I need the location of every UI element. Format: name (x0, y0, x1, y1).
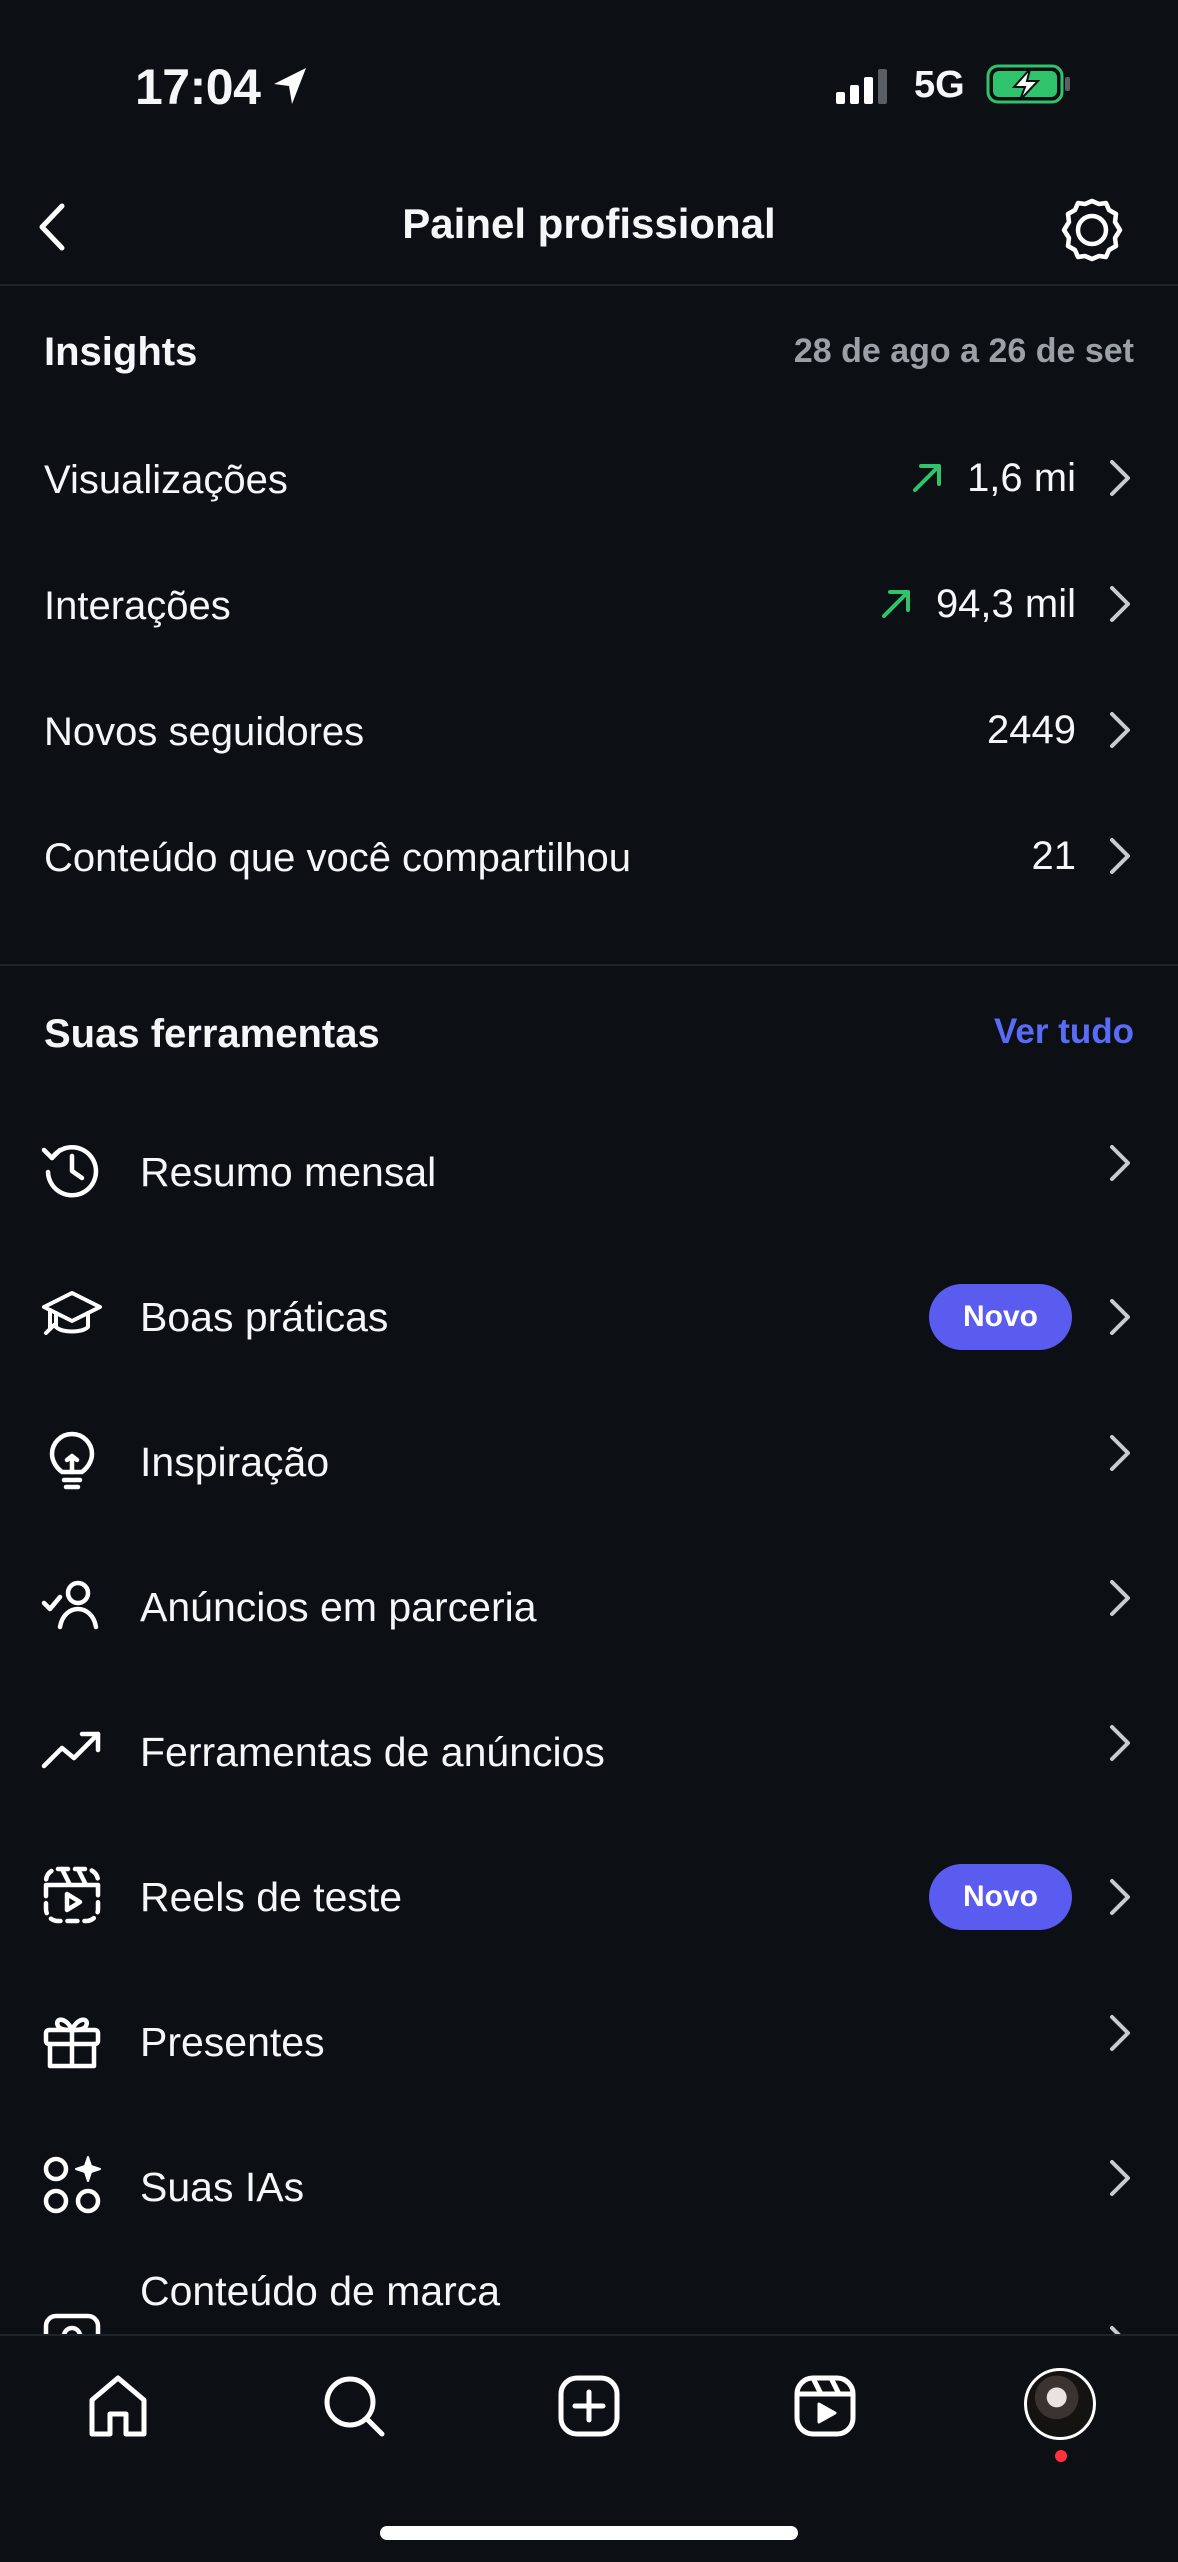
bottom-navigation (0, 2334, 1178, 2562)
chevron-right-icon (1110, 1879, 1130, 1915)
chevron-right-icon (1110, 586, 1130, 622)
tool-row-trial-reels[interactable]: Reels de teste Novo (0, 1830, 1178, 1960)
trend-up-arrow-icon (909, 460, 945, 496)
see-all-link[interactable]: Ver tudo (994, 1012, 1134, 1052)
tool-label: Conteúdo de marca (140, 2268, 501, 2314)
insight-value: 1,6 mi (967, 455, 1076, 500)
cellular-signal-icon (836, 68, 894, 104)
person-check-icon (40, 1573, 104, 1637)
status-time: 17:04 (135, 59, 261, 115)
network-type: 5G (914, 64, 965, 106)
insight-row-new-followers[interactable]: Novos seguidores 2449 (0, 676, 1178, 786)
search-icon[interactable] (318, 2370, 390, 2442)
page-title: Painel profissional (402, 200, 776, 247)
tool-label: Suas IAs (140, 2164, 305, 2210)
chevron-right-icon (1110, 1435, 1130, 1471)
insight-row-shared-content[interactable]: Conteúdo que você compartilhou 21 (0, 802, 1178, 912)
tool-row-best-practices[interactable]: Boas práticas Novo (0, 1250, 1178, 1380)
graduation-cap-icon (40, 1283, 104, 1347)
lightbulb-icon (40, 1428, 104, 1492)
insight-row-views[interactable]: Visualizações 1,6 mi (0, 424, 1178, 534)
new-badge: Novo (929, 1284, 1072, 1350)
tool-label: Anúncios em parceria (140, 1584, 537, 1630)
chevron-right-icon (1110, 1580, 1130, 1616)
chevron-right-icon (1110, 1145, 1130, 1181)
chevron-right-icon (1110, 2015, 1130, 2051)
home-indicator (380, 2526, 798, 2540)
insights-date-range: 28 de ago a 26 de set (793, 332, 1134, 370)
chevron-right-icon (1110, 838, 1130, 874)
settings-gear-icon[interactable] (1058, 196, 1126, 264)
insight-label: Visualizações (44, 458, 288, 502)
chevron-right-icon (1110, 1725, 1130, 1761)
insight-value: 21 (1031, 833, 1077, 878)
tool-row-ad-tools[interactable]: Ferramentas de anúncios (0, 1685, 1178, 1815)
insight-label: Conteúdo que você compartilhou (44, 836, 632, 880)
insight-value: 94,3 mil (935, 581, 1076, 626)
gift-icon (40, 2008, 104, 2072)
chevron-right-icon (1110, 1299, 1130, 1335)
tool-label: Inspiração (140, 1439, 330, 1485)
reels-test-icon (40, 1863, 104, 1927)
create-icon[interactable] (553, 2370, 625, 2442)
insight-label: Novos seguidores (44, 710, 365, 754)
insight-row-interactions[interactable]: Interações 94,3 mil (0, 550, 1178, 660)
tool-row-branded-content[interactable]: Conteúdo de marca (0, 2260, 1178, 2340)
tool-label: Presentes (140, 2019, 325, 2065)
header-divider (0, 284, 1178, 286)
section-divider (0, 964, 1178, 966)
insights-title: Insights (44, 330, 198, 374)
tools-title: Suas ferramentas (44, 1012, 380, 1056)
tool-row-gifts[interactable]: Presentes (0, 1975, 1178, 2105)
battery-charging-icon (986, 62, 1072, 106)
home-icon[interactable] (82, 2370, 154, 2442)
new-badge: Novo (929, 1864, 1072, 1930)
tool-row-inspiration[interactable]: Inspiração (0, 1395, 1178, 1525)
chevron-right-icon (1110, 460, 1130, 496)
history-icon (40, 1138, 104, 1202)
tool-row-monthly-summary[interactable]: Resumo mensal (0, 1105, 1178, 1235)
chevron-right-icon (1110, 2160, 1130, 2196)
location-arrow-icon (270, 64, 310, 108)
notification-dot (1055, 2450, 1067, 2462)
trending-up-icon (40, 1718, 104, 1782)
tool-label: Resumo mensal (140, 1149, 437, 1195)
tool-label: Reels de teste (140, 1874, 403, 1920)
tool-label: Ferramentas de anúncios (140, 1729, 605, 1775)
insight-value: 2449 (987, 707, 1076, 752)
tool-row-your-ais[interactable]: Suas IAs (0, 2120, 1178, 2250)
insight-label: Interações (44, 584, 231, 628)
chevron-right-icon (1110, 712, 1130, 748)
profile-avatar[interactable] (1024, 2368, 1096, 2440)
trend-up-arrow-icon (878, 586, 914, 622)
tool-label: Boas práticas (140, 1294, 389, 1340)
reels-icon[interactable] (789, 2370, 861, 2442)
ai-sparkle-icon (40, 2153, 104, 2217)
tool-row-partnership-ads[interactable]: Anúncios em parceria (0, 1540, 1178, 1670)
